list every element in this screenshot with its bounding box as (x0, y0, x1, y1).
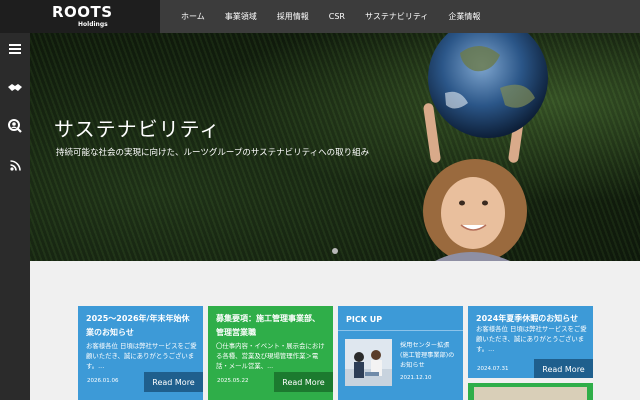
news-card-date: 2026.01.06 (87, 378, 119, 384)
logo-subtext: Holdings (78, 21, 108, 28)
news-card-date: 2024.07.31 (477, 366, 509, 372)
pickup-thumbnail (345, 339, 392, 386)
pickup-text: 採用センター拡張(施工管理事業部)のお知らせ (400, 342, 455, 369)
menu-icon[interactable] (7, 41, 23, 57)
news-card[interactable]: 募集要項：施工管理事業部、管理営業職 〇仕事内容・イベント・展示会における各種、… (208, 306, 333, 400)
rss-icon[interactable] (7, 157, 23, 173)
nav-home[interactable]: ホーム (181, 11, 205, 22)
page: ROOTS Holdings ホーム 事業領域 採用情報 CSR サステナビリテ… (0, 0, 640, 400)
pickup-title: PICK UP (346, 315, 383, 324)
nav-recruit[interactable]: 採用情報 (277, 11, 309, 22)
news-card-next (208, 396, 333, 400)
news-card-next (78, 396, 203, 400)
hero-subtitle: 持続可能な社会の実現に向けた、ルーツグループのサステナビリティへの取り組み (56, 148, 370, 158)
news-card-title: 募集要項：施工管理事業部、管理営業職 (216, 314, 320, 337)
pickup-divider (338, 330, 463, 331)
slider-dot[interactable] (332, 248, 338, 254)
nav-business[interactable]: 事業領域 (225, 11, 257, 22)
search-person-icon[interactable] (7, 118, 23, 134)
logo-text: ROOTS (52, 3, 113, 21)
news-card-date: 2025.05.22 (217, 378, 249, 384)
nav-company[interactable]: 企業情報 (448, 11, 480, 22)
news-card[interactable]: 2024年夏季休暇のお知らせ お客様各位 日頃は弊社サービスをご愛顧いただき、誠… (468, 306, 593, 378)
logo[interactable]: ROOTS Holdings (0, 0, 160, 33)
pickup-date: 2021.12.10 (400, 375, 432, 381)
hero-banner: サステナビリティ 持続可能な社会の実現に向けた、ルーツグループのサステナビリティ… (30, 33, 640, 261)
news-card-text: 〇仕事内容・イベント・展示会における各種、営業及び現場管理作業＞電話・メール営業… (216, 342, 325, 370)
pickup-card[interactable]: PICK UP 採用センター拡張(施工管理事業部)のお知らせ 2021.12.1… (338, 306, 463, 400)
news-card-image (474, 387, 587, 400)
hero-title: サステナビリティ (54, 117, 221, 141)
news-card-title: 2025～2026年/年末年始休業のお知らせ (86, 314, 190, 337)
news-card-text: お客様各位 日頃は弊社サービスをご愛顧いただき、誠にありがとうございます。... (476, 325, 587, 353)
news-card-text: お客様各位 日頃は弊社サービスをご愛顧いただき、誠にありがとうございます。... (86, 342, 197, 370)
top-nav: ホーム 事業領域 採用情報 CSR サステナビリティ 企業情報 (160, 0, 640, 33)
nav-sustainability[interactable]: サステナビリティ (365, 11, 428, 22)
sidebar (0, 33, 30, 400)
read-more-button[interactable]: Read More (274, 372, 333, 392)
handshake-icon[interactable] (7, 80, 23, 96)
read-more-button[interactable]: Read More (534, 359, 593, 378)
read-more-button[interactable]: Read More (144, 372, 203, 392)
nav-csr[interactable]: CSR (329, 12, 345, 21)
news-card-next (468, 383, 593, 400)
news-card[interactable]: 2025～2026年/年末年始休業のお知らせ お客様各位 日頃は弊社サービスをご… (78, 306, 203, 400)
